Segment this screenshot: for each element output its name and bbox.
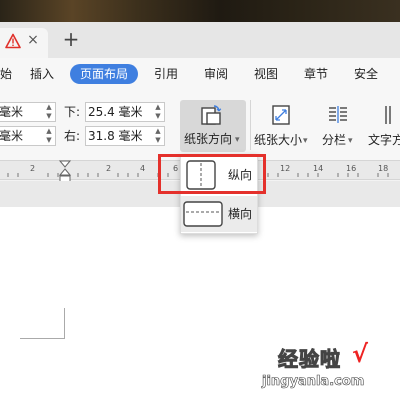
columns-label[interactable]: 分栏 — [322, 133, 346, 147]
new-tab-icon[interactable]: + — [62, 29, 80, 49]
landscape-option[interactable]: 横向 — [228, 207, 252, 221]
menu-item-view[interactable]: 视图 — [254, 66, 278, 82]
margin-right-label: 右: — [64, 129, 81, 143]
menu-bar — [0, 58, 400, 90]
margin-bottom-spinner[interactable]: ▲ ▼ — [153, 103, 163, 121]
ruler-number: 16 — [346, 164, 357, 173]
margin-bottom-label: 下: — [64, 105, 81, 119]
watermark-url: jingyanla.com — [262, 374, 365, 390]
close-tab-icon[interactable]: × — [26, 32, 40, 48]
menu-item-security[interactable]: 安全 — [354, 66, 378, 82]
orientation-icon — [201, 105, 222, 125]
watermark-check-icon: √ — [352, 340, 369, 368]
orientation-dropdown-arrow: ▾ — [235, 135, 240, 145]
page-corner-mark — [20, 338, 65, 339]
page-corner-mark — [64, 308, 65, 338]
window-top-strip — [0, 0, 400, 22]
margin-left-spinner[interactable]: ▲ ▼ — [44, 127, 54, 145]
text-direction-icon — [385, 106, 391, 124]
menu-item-review[interactable]: 审阅 — [204, 66, 228, 82]
landscape-page-icon[interactable] — [183, 199, 223, 229]
text-direction-label[interactable]: 文字方 — [368, 133, 400, 147]
ruler-number: 4 — [140, 164, 146, 173]
margin-right-spinner[interactable]: ▲ ▼ — [153, 127, 163, 145]
warning-triangle-icon — [5, 33, 21, 49]
margin-top-spinner[interactable]: ▲ ▼ — [44, 103, 54, 121]
paper-size-label[interactable]: 纸张大小 — [254, 133, 302, 147]
ruler-number: 18 — [378, 164, 389, 173]
menu-item-references[interactable]: 引用 — [154, 66, 178, 82]
columns-icon — [329, 106, 347, 123]
orientation-label: 纸张方向 — [184, 132, 233, 146]
ruler-number: 14 — [313, 164, 324, 173]
menu-item-chapter[interactable]: 章节 — [304, 66, 328, 82]
columns-dropdown-arrow: ▾ — [348, 136, 353, 146]
ruler-number: 2 — [106, 164, 112, 173]
ribbon-separator — [250, 100, 251, 150]
ruler-number: 2 — [30, 164, 36, 173]
tab-bar — [0, 22, 400, 58]
menu-item-insert[interactable]: 插入 — [30, 66, 54, 82]
paper-size-dropdown-arrow: ▾ — [303, 136, 308, 146]
menu-item-page-layout[interactable]: 页面布局 — [70, 64, 138, 84]
paper-size-icon — [272, 105, 290, 125]
watermark-logo: 经验啦 — [278, 347, 341, 372]
ruler-number: 12 — [280, 164, 291, 173]
highlight-annotation-box — [158, 154, 266, 194]
menu-item-start[interactable]: 始 — [0, 66, 12, 82]
